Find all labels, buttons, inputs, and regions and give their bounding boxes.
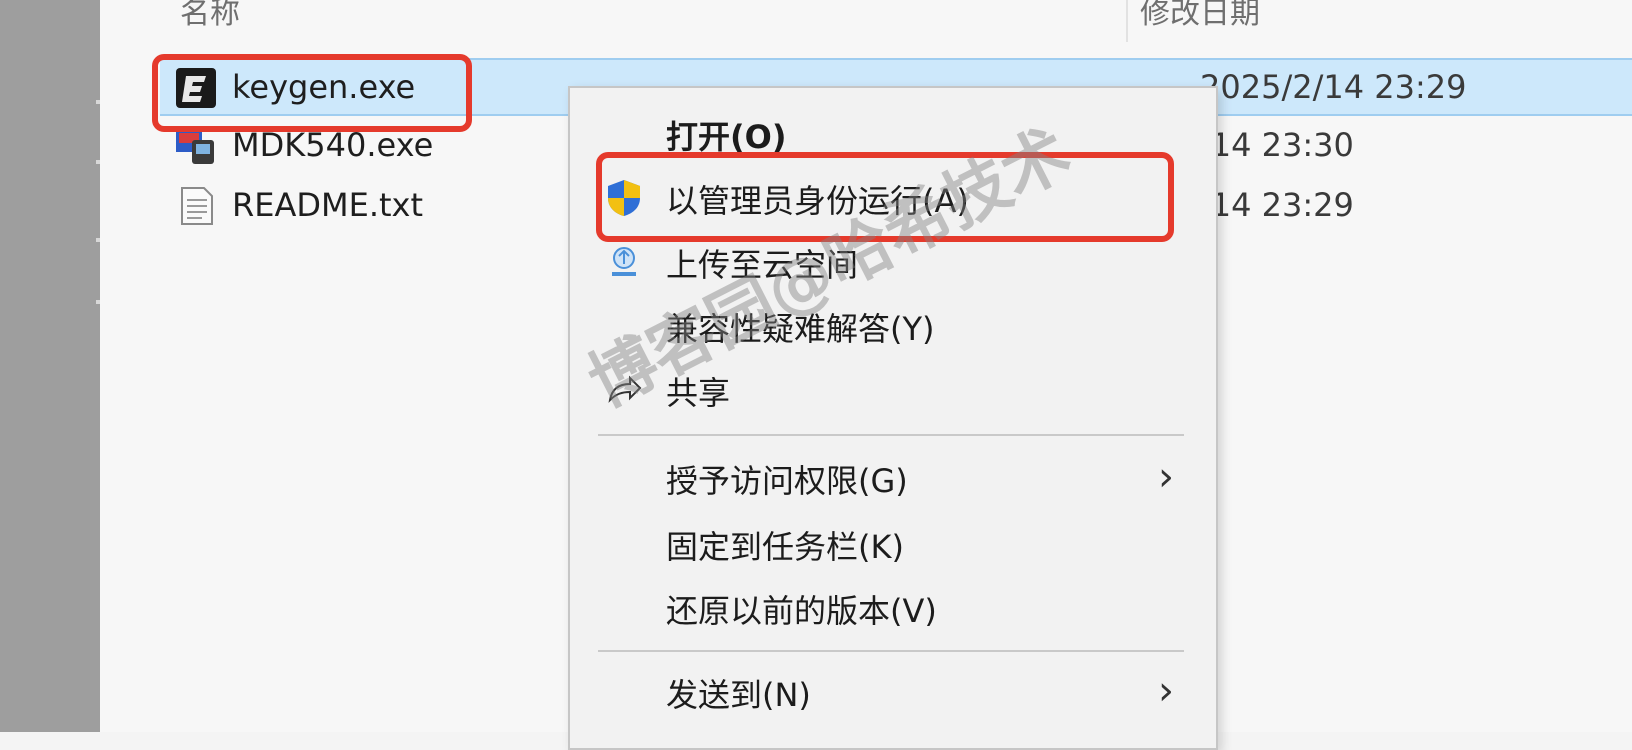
column-separator[interactable] <box>1126 0 1128 42</box>
menu-item-label: 发送到(N) <box>666 676 811 714</box>
menu-separator <box>598 650 1184 652</box>
annotation-highlight-file <box>152 54 472 132</box>
cloud-upload-icon <box>612 247 636 276</box>
file-date: 2025/2/14 23:29 <box>1200 68 1467 106</box>
file-name: README.txt <box>232 186 424 224</box>
menu-item-label: 授予访问权限(G) <box>666 462 908 500</box>
menu-item-label: 固定到任务栏(K) <box>666 528 904 566</box>
menu-item-label: 还原以前的版本(V) <box>666 592 937 630</box>
chevron-right-icon: › <box>1158 668 1174 714</box>
menu-item-pin-taskbar[interactable]: 固定到任务栏(K) <box>570 516 1216 572</box>
menu-item-restore-versions[interactable]: 还原以前的版本(V) <box>570 580 1216 636</box>
menu-separator <box>598 434 1184 436</box>
menu-item-grant-access[interactable]: 授予访问权限(G) › <box>570 450 1216 506</box>
chevron-right-icon: › <box>1158 454 1174 500</box>
file-date: /14 23:29 <box>1200 186 1354 224</box>
column-header-date[interactable]: 修改日期 <box>1140 0 1260 32</box>
navigation-pane-edge <box>0 0 106 732</box>
column-header-name[interactable]: 名称 <box>180 0 240 32</box>
text-file-icon <box>181 187 213 225</box>
file-date: /14 23:30 <box>1200 126 1354 164</box>
menu-item-send-to[interactable]: 发送到(N) › <box>570 664 1216 720</box>
